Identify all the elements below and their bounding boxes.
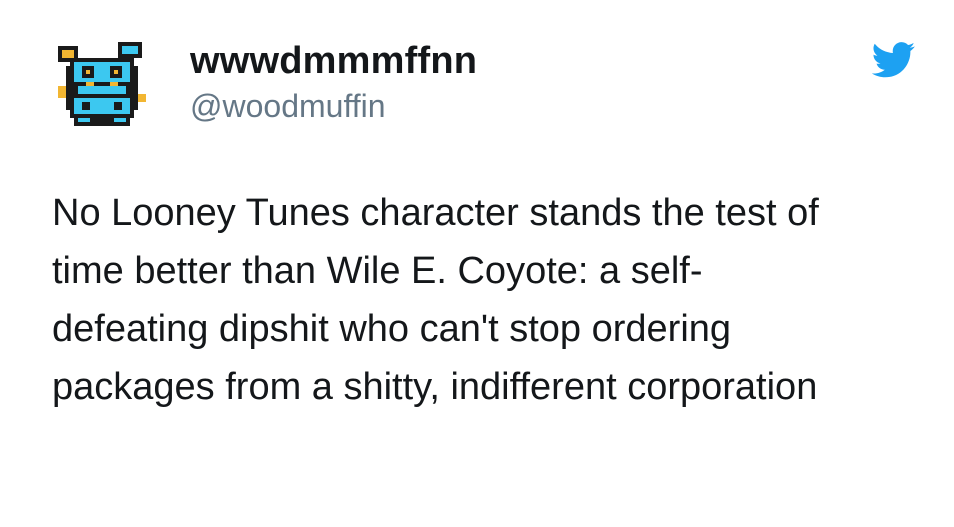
user-handle[interactable]: @woodmuffin [190,88,386,125]
tweet-text: No Looney Tunes character stands the tes… [52,192,819,408]
tweet-card: wwwdmmmffnn @woodmuffin No Looney Tunes … [0,0,954,527]
pixel-blob-avatar-icon [58,42,146,126]
twitter-bird-icon [872,42,916,78]
display-name[interactable]: wwwdmmmffnn [190,40,477,83]
twitter-bird-icon-svg [872,42,915,78]
avatar[interactable] [50,34,154,138]
